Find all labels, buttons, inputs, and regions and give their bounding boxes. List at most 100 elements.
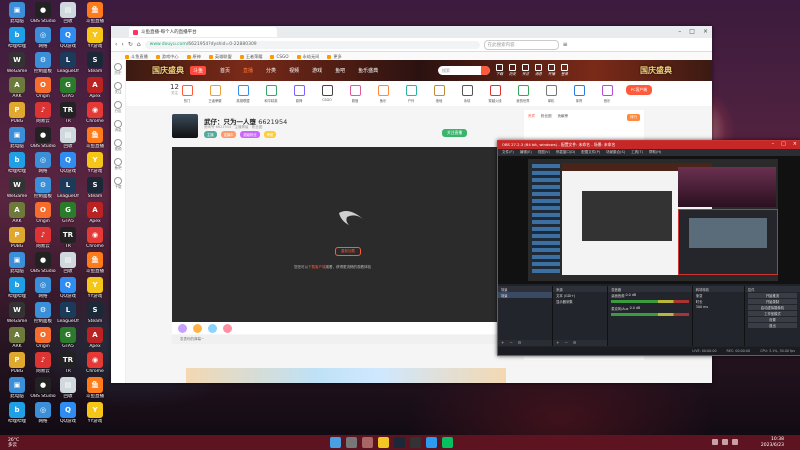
- bookmark-item[interactable]: 王者荣耀: [239, 54, 262, 60]
- follow-button[interactable]: 关注直播: [442, 129, 468, 137]
- nav-item[interactable]: 视频: [289, 67, 299, 74]
- follow-count[interactable]: 12 关注: [170, 84, 179, 96]
- nav-item[interactable]: 首页: [220, 67, 230, 74]
- gift-icon[interactable]: [178, 323, 187, 333]
- home-icon[interactable]: ⌂: [137, 41, 141, 48]
- refresh-icon[interactable]: ↻: [128, 41, 133, 48]
- volume-icon[interactable]: [722, 439, 728, 445]
- desktop-icon[interactable]: Q QQ游戏: [53, 277, 83, 299]
- remove-icon[interactable]: −: [509, 340, 512, 346]
- wechat-icon[interactable]: [442, 437, 453, 448]
- start-icon[interactable]: [330, 437, 341, 448]
- battery-icon[interactable]: [732, 439, 738, 445]
- nav-item[interactable]: 直播: [243, 67, 253, 74]
- room-tag[interactable]: 主播: [204, 131, 217, 138]
- desktop-icon[interactable]: 鱼斗鱼直播: [80, 377, 110, 399]
- desktop-icon[interactable]: ◉ Chrome: [80, 352, 110, 374]
- left-rail-item[interactable]: 关注: [111, 82, 125, 98]
- category-item[interactable]: 绝地: [428, 84, 450, 103]
- chat-input[interactable]: 发表你的弹幕~: [172, 335, 520, 344]
- taskview-icon[interactable]: [362, 437, 373, 448]
- explorer-icon[interactable]: [378, 437, 389, 448]
- desktop-icon[interactable]: TR TR: [53, 227, 83, 249]
- gear-icon[interactable]: ⚙: [573, 340, 577, 346]
- desktop-icon[interactable]: ◉ Chrome: [80, 102, 110, 124]
- room-tag[interactable]: 超级粉丝: [240, 131, 260, 138]
- download-client-link[interactable]: 下载客户端: [308, 265, 326, 269]
- category-item[interactable]: 音乐: [596, 84, 618, 103]
- nav-item[interactable]: 鱼乐盛典: [358, 67, 378, 74]
- obs-control-button[interactable]: 工作室模式: [747, 311, 797, 316]
- nav-item[interactable]: 分类: [266, 67, 276, 74]
- header-icon-item[interactable]: 消息: [535, 64, 542, 77]
- left-rail-item[interactable]: 鱼吧: [111, 158, 125, 174]
- desktop-icon[interactable]: ▤ 回收: [53, 2, 83, 24]
- desktop-icon[interactable]: TR TR: [53, 102, 83, 124]
- left-rail-item[interactable]: 消息: [111, 120, 125, 136]
- desktop-icon[interactable]: 鱼斗鱼直播: [80, 127, 110, 149]
- douyu-logo[interactable]: 斗鱼: [190, 66, 207, 75]
- close-icon[interactable]: ×: [703, 28, 708, 35]
- obs-control-button[interactable]: 启动虚拟摄像机: [747, 305, 797, 310]
- bookmark-item[interactable]: CSGO: [270, 54, 289, 59]
- obs-menu-item[interactable]: 工具(T): [631, 150, 643, 155]
- bookmark-item[interactable]: 更多: [327, 54, 342, 60]
- category-item[interactable]: 穿越火线: [484, 84, 506, 103]
- douyu-search-input[interactable]: 搜索: [438, 66, 490, 75]
- weather-widget[interactable]: 26°C 多云: [8, 438, 19, 448]
- nav-item[interactable]: 鱼吧: [335, 67, 345, 74]
- desktop-icon[interactable]: Y YY游戏: [80, 277, 110, 299]
- steam-icon[interactable]: [394, 437, 405, 448]
- search-icon[interactable]: [481, 66, 490, 75]
- bookmark-item[interactable]: 斗鱼直播: [125, 54, 148, 60]
- duration-input[interactable]: 300 ms: [693, 304, 744, 310]
- obs-control-button[interactable]: 设置: [747, 317, 797, 322]
- browser-tab[interactable]: 斗鱼直播-每个人的直播平台: [129, 27, 277, 37]
- url-input[interactable]: www.douyu.com /6621954?dyshid=0-22880309: [144, 40, 480, 49]
- desktop-icon[interactable]: S Steam: [80, 302, 110, 324]
- category-item[interactable]: 永劫: [456, 84, 478, 103]
- bookmark-item[interactable]: 永劫无间: [296, 54, 319, 60]
- left-rail-item[interactable]: 视频: [111, 139, 125, 155]
- desktop-icon[interactable]: Q QQ游戏: [53, 152, 83, 174]
- header-icon-item[interactable]: 关注: [522, 64, 529, 77]
- desktop-icon[interactable]: G GTA5: [53, 202, 83, 224]
- search-icon[interactable]: [346, 437, 357, 448]
- obs-menu-item[interactable]: 文件(F): [502, 150, 514, 155]
- category-item[interactable]: 和平精英: [260, 84, 282, 103]
- browser-icon[interactable]: [426, 437, 437, 448]
- maximize-icon[interactable]: □: [689, 28, 695, 35]
- side-tab[interactable]: 贵宾: [528, 114, 535, 119]
- category-item[interactable]: 颜值: [344, 84, 366, 103]
- category-item[interactable]: 鱼乐: [372, 84, 394, 103]
- obs-menu-item[interactable]: 视图(V): [538, 150, 550, 155]
- desktop-icon[interactable]: ▤ 回收: [53, 252, 83, 274]
- obs-close-icon[interactable]: ×: [793, 141, 797, 147]
- menu-icon[interactable]: ≡: [563, 41, 568, 48]
- desktop-icon[interactable]: Q QQ游戏: [53, 27, 83, 49]
- category-item[interactable]: 英雄联盟: [232, 84, 254, 103]
- desktop-icon[interactable]: 鱼斗鱼直播: [80, 2, 110, 24]
- desktop-icon[interactable]: L LeagueOf: [53, 177, 83, 199]
- forward-icon[interactable]: ›: [121, 41, 123, 48]
- room-tag[interactable]: 荣耀: [263, 131, 277, 138]
- gift-icon[interactable]: [223, 323, 232, 333]
- video-player[interactable]: 重新加载 您还可以下载客户端观看，获得更流畅的观看体验: [172, 147, 512, 322]
- obs-control-button[interactable]: 退出: [747, 323, 797, 328]
- network-icon[interactable]: [712, 439, 718, 445]
- desktop-icon[interactable]: A Apex: [80, 77, 110, 99]
- obs-menu-item[interactable]: 停靠窗口(D): [556, 150, 575, 155]
- clock[interactable]: 10:38 2023/6/23: [761, 437, 784, 448]
- gift-icon[interactable]: [193, 323, 202, 333]
- scene-item[interactable]: 场景: [498, 292, 553, 298]
- desktop-icon[interactable]: ◉ Chrome: [80, 227, 110, 249]
- category-item[interactable]: CSGO: [316, 85, 338, 102]
- desktop-icon[interactable]: TR TR: [53, 352, 83, 374]
- bookmark-item[interactable]: 英雄联盟: [208, 54, 232, 60]
- obs-minimize-icon[interactable]: –: [772, 141, 775, 147]
- category-item[interactable]: 王者荣耀: [204, 84, 226, 103]
- obs-menu-item[interactable]: 帮助(H): [649, 150, 661, 155]
- add-icon[interactable]: +: [556, 340, 559, 346]
- left-rail-item[interactable]: 历史: [111, 63, 125, 79]
- category-item[interactable]: 体育: [568, 84, 590, 103]
